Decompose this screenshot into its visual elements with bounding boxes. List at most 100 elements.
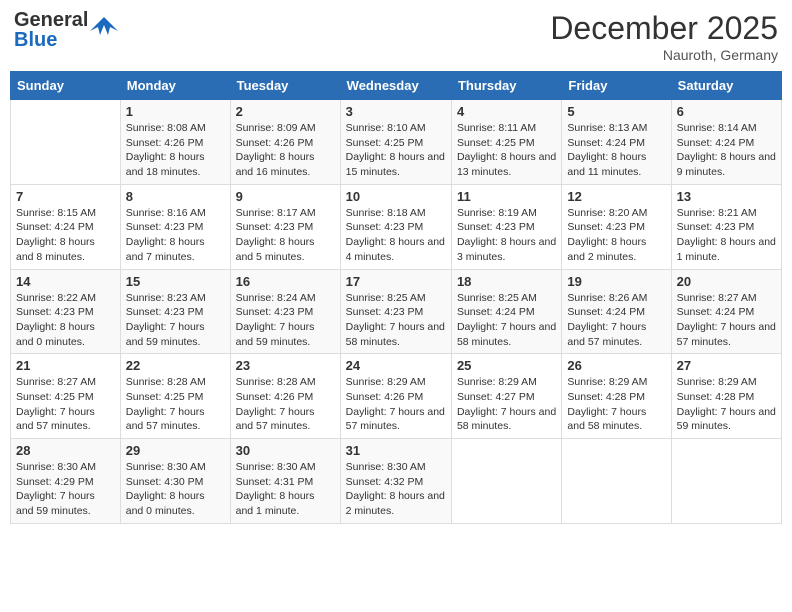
- calendar-table: SundayMondayTuesdayWednesdayThursdayFrid…: [10, 71, 782, 524]
- day-number: 4: [457, 104, 556, 119]
- day-cell: 10 Sunrise: 8:18 AMSunset: 4:23 PMDayligh…: [340, 184, 451, 269]
- day-cell: 16 Sunrise: 8:24 AMSunset: 4:23 PMDayligh…: [230, 269, 340, 354]
- day-cell: 14 Sunrise: 8:22 AMSunset: 4:23 PMDayligh…: [11, 269, 121, 354]
- day-info: Sunrise: 8:25 AMSunset: 4:23 PMDaylight:…: [346, 291, 446, 350]
- day-cell: 1 Sunrise: 8:08 AMSunset: 4:26 PMDaylight…: [120, 100, 230, 185]
- day-cell: 31 Sunrise: 8:30 AMSunset: 4:32 PMDayligh…: [340, 439, 451, 524]
- day-number: 23: [236, 358, 335, 373]
- day-cell: 20 Sunrise: 8:27 AMSunset: 4:24 PMDayligh…: [671, 269, 781, 354]
- logo-general: General: [14, 10, 88, 30]
- day-info: Sunrise: 8:09 AMSunset: 4:26 PMDaylight:…: [236, 121, 335, 180]
- day-info: Sunrise: 8:27 AMSunset: 4:24 PMDaylight:…: [677, 291, 776, 350]
- day-info: Sunrise: 8:29 AMSunset: 4:28 PMDaylight:…: [677, 375, 776, 434]
- day-info: Sunrise: 8:17 AMSunset: 4:23 PMDaylight:…: [236, 206, 335, 265]
- day-number: 14: [16, 274, 115, 289]
- day-info: Sunrise: 8:19 AMSunset: 4:23 PMDaylight:…: [457, 206, 556, 265]
- day-cell: 23Sunrise: 8:28 AMSunset: 4:26 PMDayligh…: [230, 354, 340, 439]
- day-info: Sunrise: 8:30 AMSunset: 4:30 PMDaylight:…: [126, 460, 225, 519]
- day-number: 3: [346, 104, 446, 119]
- day-number: 1: [126, 104, 225, 119]
- day-number: 26: [567, 358, 665, 373]
- logo: General Blue: [14, 10, 118, 50]
- title-block: December 2025 Nauroth, Germany: [550, 10, 778, 63]
- day-cell: 9 Sunrise: 8:17 AMSunset: 4:23 PMDaylight…: [230, 184, 340, 269]
- day-number: 19: [567, 274, 665, 289]
- day-cell: 19 Sunrise: 8:26 AMSunset: 4:24 PMDayligh…: [562, 269, 671, 354]
- day-cell: 2 Sunrise: 8:09 AMSunset: 4:26 PMDaylight…: [230, 100, 340, 185]
- day-cell: 3 Sunrise: 8:10 AMSunset: 4:25 PMDaylight…: [340, 100, 451, 185]
- day-cell: 5 Sunrise: 8:13 AMSunset: 4:24 PMDaylight…: [562, 100, 671, 185]
- col-header-tuesday: Tuesday: [230, 72, 340, 100]
- day-info: Sunrise: 8:29 AMSunset: 4:27 PMDaylight:…: [457, 375, 556, 434]
- day-number: 6: [677, 104, 776, 119]
- day-info: Sunrise: 8:26 AMSunset: 4:24 PMDaylight:…: [567, 291, 665, 350]
- day-number: 15: [126, 274, 225, 289]
- day-cell: 24 Sunrise: 8:29 AMSunset: 4:26 PMDayligh…: [340, 354, 451, 439]
- day-info: Sunrise: 8:16 AMSunset: 4:23 PMDaylight:…: [126, 206, 225, 265]
- day-cell: 25Sunrise: 8:29 AMSunset: 4:27 PMDayligh…: [451, 354, 561, 439]
- day-number: 31: [346, 443, 446, 458]
- day-cell: 6 Sunrise: 8:14 AMSunset: 4:24 PMDaylight…: [671, 100, 781, 185]
- day-info: Sunrise: 8:29 AMSunset: 4:26 PMDaylight:…: [346, 375, 446, 434]
- day-info: Sunrise: 8:27 AMSunset: 4:25 PMDaylight:…: [16, 375, 115, 434]
- day-cell: 11 Sunrise: 8:19 AMSunset: 4:23 PMDayligh…: [451, 184, 561, 269]
- day-number: 2: [236, 104, 335, 119]
- day-info: Sunrise: 8:14 AMSunset: 4:24 PMDaylight:…: [677, 121, 776, 180]
- day-cell: 15 Sunrise: 8:23 AMSunset: 4:23 PMDayligh…: [120, 269, 230, 354]
- day-info: Sunrise: 8:18 AMSunset: 4:23 PMDaylight:…: [346, 206, 446, 265]
- day-number: 11: [457, 189, 556, 204]
- day-info: Sunrise: 8:24 AMSunset: 4:23 PMDaylight:…: [236, 291, 335, 350]
- day-number: 17: [346, 274, 446, 289]
- day-number: 29: [126, 443, 225, 458]
- day-info: Sunrise: 8:10 AMSunset: 4:25 PMDaylight:…: [346, 121, 446, 180]
- day-info: Sunrise: 8:13 AMSunset: 4:24 PMDaylight:…: [567, 121, 665, 180]
- month-year-title: December 2025: [550, 10, 778, 47]
- day-cell: 29 Sunrise: 8:30 AMSunset: 4:30 PMDayligh…: [120, 439, 230, 524]
- day-number: 22: [126, 358, 225, 373]
- day-cell: [451, 439, 561, 524]
- day-number: 13: [677, 189, 776, 204]
- day-info: Sunrise: 8:30 AMSunset: 4:32 PMDaylight:…: [346, 460, 446, 519]
- col-header-thursday: Thursday: [451, 72, 561, 100]
- day-cell: 27 Sunrise: 8:29 AMSunset: 4:28 PMDayligh…: [671, 354, 781, 439]
- col-header-saturday: Saturday: [671, 72, 781, 100]
- day-info: Sunrise: 8:20 AMSunset: 4:23 PMDaylight:…: [567, 206, 665, 265]
- day-number: 12: [567, 189, 665, 204]
- day-info: Sunrise: 8:28 AMSunset: 4:25 PMDaylight:…: [126, 375, 225, 434]
- day-number: 21: [16, 358, 115, 373]
- day-cell: 21 Sunrise: 8:27 AMSunset: 4:25 PMDayligh…: [11, 354, 121, 439]
- logo-bird-icon: [90, 13, 118, 45]
- day-number: 7: [16, 189, 115, 204]
- day-cell: 26Sunrise: 8:29 AMSunset: 4:28 PMDayligh…: [562, 354, 671, 439]
- week-row-3: 14 Sunrise: 8:22 AMSunset: 4:23 PMDayligh…: [11, 269, 782, 354]
- day-cell: 18 Sunrise: 8:25 AMSunset: 4:24 PMDayligh…: [451, 269, 561, 354]
- day-number: 10: [346, 189, 446, 204]
- day-info: Sunrise: 8:22 AMSunset: 4:23 PMDaylight:…: [16, 291, 115, 350]
- day-number: 24: [346, 358, 446, 373]
- day-cell: 12 Sunrise: 8:20 AMSunset: 4:23 PMDayligh…: [562, 184, 671, 269]
- day-number: 27: [677, 358, 776, 373]
- day-info: Sunrise: 8:25 AMSunset: 4:24 PMDaylight:…: [457, 291, 556, 350]
- day-cell: 13 Sunrise: 8:21 AMSunset: 4:23 PMDayligh…: [671, 184, 781, 269]
- day-cell: 7 Sunrise: 8:15 AMSunset: 4:24 PMDaylight…: [11, 184, 121, 269]
- day-info: Sunrise: 8:15 AMSunset: 4:24 PMDaylight:…: [16, 206, 115, 265]
- day-number: 9: [236, 189, 335, 204]
- week-row-4: 21 Sunrise: 8:27 AMSunset: 4:25 PMDayligh…: [11, 354, 782, 439]
- day-number: 18: [457, 274, 556, 289]
- day-cell: [562, 439, 671, 524]
- day-number: 16: [236, 274, 335, 289]
- day-cell: [671, 439, 781, 524]
- day-number: 20: [677, 274, 776, 289]
- col-header-monday: Monday: [120, 72, 230, 100]
- logo-blue: Blue: [14, 30, 88, 50]
- day-info: Sunrise: 8:23 AMSunset: 4:23 PMDaylight:…: [126, 291, 225, 350]
- day-info: Sunrise: 8:30 AMSunset: 4:29 PMDaylight:…: [16, 460, 115, 519]
- location-subtitle: Nauroth, Germany: [550, 47, 778, 63]
- day-info: Sunrise: 8:21 AMSunset: 4:23 PMDaylight:…: [677, 206, 776, 265]
- day-number: 30: [236, 443, 335, 458]
- day-info: Sunrise: 8:08 AMSunset: 4:26 PMDaylight:…: [126, 121, 225, 180]
- day-number: 5: [567, 104, 665, 119]
- day-cell: 30Sunrise: 8:30 AMSunset: 4:31 PMDayligh…: [230, 439, 340, 524]
- week-row-2: 7 Sunrise: 8:15 AMSunset: 4:24 PMDaylight…: [11, 184, 782, 269]
- page-header: General Blue December 2025 Nauroth, Germ…: [10, 10, 782, 63]
